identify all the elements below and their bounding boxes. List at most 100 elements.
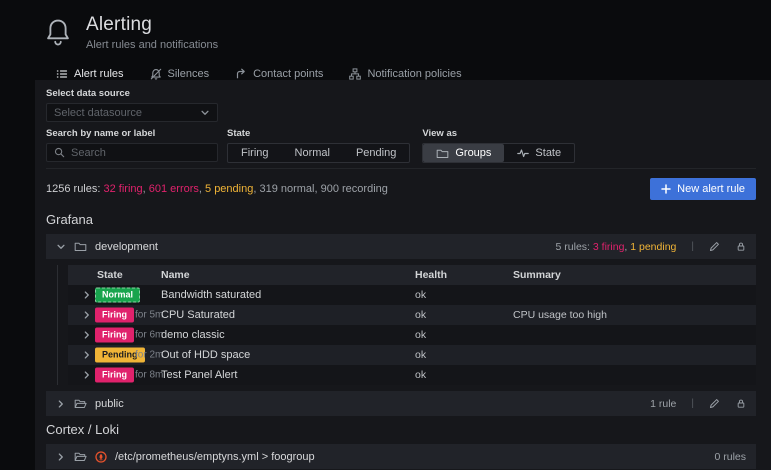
rule-group-development[interactable]: development 5 rules: 3 firing, 1 pending | — [46, 234, 756, 259]
rule-row-test-panel-alert[interactable]: Firingfor 8mTest Panel Alert ok — [68, 365, 756, 385]
view-as-label: View as — [422, 128, 575, 139]
rule-group-etc-prometheus-emptyns-yml-foogroup[interactable]: /etc/prometheus/emptyns.yml > foogroup 0 … — [46, 444, 756, 469]
group-stats: 0 rules — [714, 451, 746, 463]
summary-part: 32 firing — [103, 183, 142, 195]
state-filter-normal[interactable]: Normal — [282, 144, 343, 162]
lock-icon[interactable] — [736, 398, 746, 409]
state-filter-label: State — [227, 128, 410, 139]
pending-duration: for 8m — [135, 370, 163, 381]
bell-icon — [44, 18, 72, 48]
chevron-down-icon — [200, 108, 210, 118]
expand-chevron-icon[interactable] — [82, 330, 92, 340]
grafana-alerting-page: Alerting Alert rules and notifications A… — [0, 0, 771, 470]
tab-label: Silences — [168, 68, 210, 80]
group-name: development — [95, 241, 158, 253]
folder-open-icon — [74, 398, 87, 409]
datasource-select[interactable]: Select datasource — [46, 103, 218, 122]
summary-part: 5 pending — [205, 183, 253, 195]
rule-name: demo classic — [161, 329, 225, 341]
folder-open-icon — [74, 451, 87, 462]
view-as-option-label: State — [535, 147, 561, 159]
rules-table-header: StateNameHealthSummary — [68, 265, 756, 285]
state-filter-pending[interactable]: Pending — [343, 144, 409, 162]
rule-row-cpu-saturated[interactable]: Firingfor 5mCPU SaturatedokCPU usage too… — [68, 305, 756, 325]
state-badge: Firing — [95, 328, 134, 343]
folder-icon — [74, 241, 87, 252]
group-stats: 5 rules: 3 firing, 1 pending — [556, 241, 677, 253]
expand-chevron-icon[interactable] — [82, 310, 92, 320]
new-alert-rule-label: New alert rule — [677, 183, 745, 195]
group-name: public — [95, 398, 124, 410]
view-as-groups[interactable]: Groups — [423, 144, 504, 162]
summary-part: 1256 rules: — [46, 183, 103, 195]
state-badge: Normal — [95, 288, 140, 303]
rule-name: Out of HDD space — [161, 349, 250, 361]
summary-part: 601 errors — [149, 183, 199, 195]
rule-health: ok — [415, 369, 426, 381]
tab-label: Contact points — [253, 68, 323, 80]
rule-name: Test Panel Alert — [161, 369, 237, 381]
section-title: Grafana — [46, 212, 756, 227]
heartbeat-icon — [517, 147, 529, 159]
list-icon — [56, 68, 68, 80]
datasource-label: Select data source — [46, 88, 756, 99]
rule-health: ok — [415, 289, 426, 301]
separator: | — [684, 241, 701, 252]
expand-chevron-icon[interactable] — [82, 350, 92, 360]
view-as-toggle: Groups State — [422, 143, 575, 163]
page-subtitle: Alert rules and notifications — [86, 39, 218, 51]
edit-icon[interactable] — [709, 398, 720, 409]
rule-row-demo-classic[interactable]: Firingfor 6mdemo classic ok — [68, 325, 756, 345]
view-as-state[interactable]: State — [504, 144, 574, 162]
pending-duration: for 5m — [135, 310, 163, 321]
state-filter-firing[interactable]: Firing — [228, 144, 282, 162]
sitemap-icon — [349, 68, 361, 80]
search-label: Search by name or label — [46, 128, 218, 139]
chevron-right-icon[interactable] — [56, 452, 66, 462]
rule-name: Bandwidth saturated — [161, 289, 261, 301]
expand-chevron-icon[interactable] — [82, 370, 92, 380]
chevron-right-icon[interactable] — [56, 399, 66, 409]
section-grafana: Grafana development 5 rules: 3 firing, 1 p… — [46, 212, 756, 416]
state-filter-group: FiringNormalPending — [227, 143, 410, 163]
rule-summary: CPU usage too high — [513, 309, 607, 321]
group-name: /etc/prometheus/emptyns.yml > foogroup — [115, 451, 315, 463]
page-title: Alerting — [86, 14, 218, 36]
content-panel: Select data source Select datasource Sea… — [35, 80, 771, 470]
rule-name: CPU Saturated — [161, 309, 235, 321]
folder-icon — [436, 148, 449, 159]
new-alert-rule-button[interactable]: New alert rule — [650, 178, 756, 200]
rules-table: StateNameHealthSummary Normal Bandwidth sa… — [57, 265, 756, 385]
prometheus-icon — [95, 451, 107, 463]
edit-icon[interactable] — [709, 241, 720, 252]
chevron-down-icon[interactable] — [56, 242, 66, 252]
datasource-select-value: Select datasource — [54, 107, 142, 119]
view-as-option-label: Groups — [455, 147, 491, 159]
section-cortex-loki: Cortex / Loki/etc/prometheus/emptyns.yml… — [46, 422, 756, 470]
tab-label: Alert rules — [74, 68, 124, 80]
expand-chevron-icon[interactable] — [82, 290, 92, 300]
search-input[interactable] — [71, 147, 210, 159]
pending-duration: for 2m — [135, 350, 163, 361]
lock-icon[interactable] — [736, 241, 746, 252]
separator: | — [684, 398, 701, 409]
search-icon — [54, 147, 65, 158]
rule-health: ok — [415, 309, 426, 321]
share-icon — [235, 68, 247, 80]
tab-label: Notification policies — [367, 68, 461, 80]
rule-group-public[interactable]: public 1 rule | — [46, 391, 756, 416]
summary-part: , 319 normal, 900 recording — [253, 183, 388, 195]
plus-icon — [661, 184, 671, 194]
section-title: Cortex / Loki — [46, 422, 756, 437]
rule-health: ok — [415, 329, 426, 341]
search-field[interactable] — [46, 143, 218, 162]
rule-health: ok — [415, 349, 426, 361]
bell-slash-icon — [150, 68, 162, 80]
group-stats: 1 rule — [650, 398, 676, 410]
state-badge: Firing — [95, 368, 134, 383]
rule-row-out-of-hdd-space[interactable]: Pendingfor 2mOut of HDD spaceok — [68, 345, 756, 365]
rule-row-bandwidth-saturated[interactable]: Normal Bandwidth saturated ok — [68, 285, 756, 305]
rule-sections: Grafana development 5 rules: 3 firing, 1 p… — [46, 212, 756, 470]
pending-duration: for 6m — [135, 330, 163, 341]
rules-summary: 1256 rules: 32 firing, 601 errors, 5 pen… — [46, 183, 388, 195]
